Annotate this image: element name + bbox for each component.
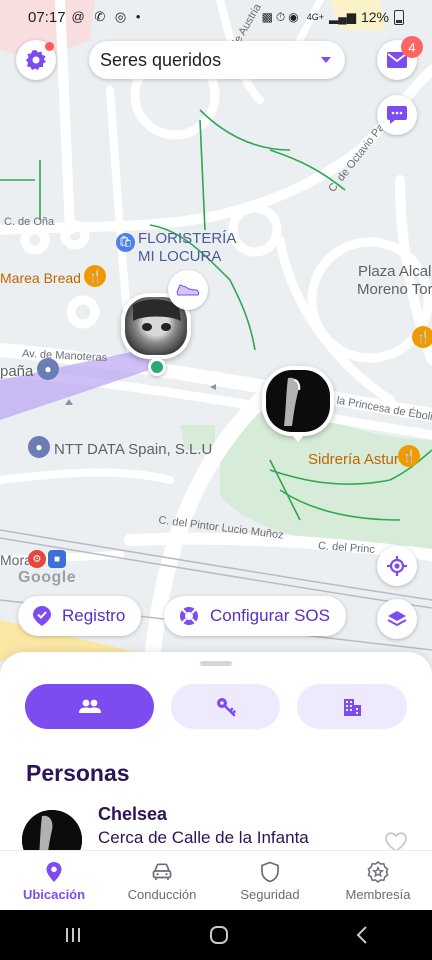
nav-conduccion[interactable]: Conducción xyxy=(108,851,216,910)
people-icon xyxy=(78,699,101,713)
registro-label: Registro xyxy=(62,606,126,625)
gear-icon xyxy=(26,50,46,70)
system-nav-bar xyxy=(0,910,432,960)
poi-marea-bread[interactable]: Marea Bread xyxy=(0,270,81,286)
status-right: ▩⏱◉ 4G+ ▂▄▆ 12% xyxy=(262,9,404,25)
messages-button[interactable]: 4 xyxy=(377,36,423,80)
chevron-down-icon xyxy=(321,57,331,63)
signal-icon: ▂▄▆ xyxy=(329,10,356,24)
nav-membresia[interactable]: Membresía xyxy=(324,851,432,910)
building-icon xyxy=(344,698,361,716)
restaurant-pin-icon: 🍴 xyxy=(398,445,420,467)
crosshair-icon xyxy=(387,556,407,576)
key-icon xyxy=(216,697,236,716)
chat-bubble-icon xyxy=(387,106,407,124)
section-title: Personas xyxy=(26,760,130,786)
tab-people[interactable] xyxy=(25,684,154,729)
status-time: 07:17 xyxy=(28,8,66,26)
status-notification-icons: @ ✆ ◎ • xyxy=(71,9,144,24)
group-selector[interactable]: Seres queridos xyxy=(89,41,345,79)
signal-label: 4G+ xyxy=(306,12,324,22)
location-pin-icon xyxy=(46,861,62,882)
poi-plaza-line1: Plaza Alcal xyxy=(358,263,432,280)
google-logo: Google xyxy=(18,569,77,586)
avatar-image xyxy=(266,370,330,432)
activity-shoe-icon xyxy=(168,270,208,310)
bus-icon: ■ xyxy=(48,550,66,568)
battery-label: 12% xyxy=(360,9,389,25)
map-view[interactable]: 🛍 FLORISTERÍA MI LOCURA Marea Bread 🍴 Pla… xyxy=(0,0,432,680)
poi-espana: paña xyxy=(0,363,34,380)
avatar-figure xyxy=(284,377,301,426)
location-pin-icon: ● xyxy=(28,436,50,458)
app-screen: 🛍 FLORISTERÍA MI LOCURA Marea Bread 🍴 Pla… xyxy=(0,0,432,960)
settings-button[interactable] xyxy=(16,40,56,80)
shield-icon xyxy=(261,861,279,882)
nav-label: Membresía xyxy=(345,886,411,902)
back-icon[interactable] xyxy=(355,925,369,945)
restaurant-pin-icon: 🍴 xyxy=(84,265,106,287)
nav-label: Seguridad xyxy=(240,886,300,902)
member-avatar-marker[interactable] xyxy=(262,366,334,436)
messages-count-badge: 4 xyxy=(401,36,423,58)
status-check-icon xyxy=(148,358,166,376)
person-row[interactable]: Chelsea Cerca de Calle de la Infanta xyxy=(0,802,432,870)
star-badge-icon xyxy=(367,860,389,883)
transit-icon: ⚙ xyxy=(28,550,46,568)
nav-label: Conducción xyxy=(127,886,197,902)
battery-icon xyxy=(394,9,404,25)
status-bar: 07:17 @ ✆ ◎ • ▩⏱◉ 4G+ ▂▄▆ 12% xyxy=(0,0,432,34)
layers-icon xyxy=(387,611,407,627)
location-check-icon xyxy=(33,606,51,626)
status-system-icons: ▩⏱◉ xyxy=(261,9,302,24)
restaurant-pin-icon: 🍴 xyxy=(412,326,432,348)
configurar-sos-button[interactable]: Configurar SOS xyxy=(164,596,346,636)
nav-ubicacion[interactable]: Ubicación xyxy=(0,851,108,910)
poi-plaza-line2: Moreno Tor xyxy=(357,281,432,298)
poi-sidreria[interactable]: Sidrería Astur xyxy=(308,451,399,468)
car-icon xyxy=(152,862,172,880)
nav-label: Ubicación xyxy=(22,886,86,902)
nav-seguridad[interactable]: Seguridad xyxy=(216,851,324,910)
poi-ntt-data[interactable]: NTT DATA Spain, S.L.U xyxy=(54,441,212,458)
bottom-nav: Ubicación Conducción Seguridad Membresía xyxy=(0,850,432,910)
sheet-handle[interactable] xyxy=(200,661,232,666)
recent-apps-icon[interactable] xyxy=(63,926,83,944)
sos-label: Configurar SOS xyxy=(210,606,330,625)
bag-icon: 🛍 xyxy=(116,233,135,252)
lifebuoy-icon xyxy=(180,607,198,625)
map-layers-button[interactable] xyxy=(377,599,417,639)
group-selector-label: Seres queridos xyxy=(100,49,222,70)
person-name: Chelsea xyxy=(98,804,168,824)
chat-button[interactable] xyxy=(377,95,417,135)
tab-places[interactable] xyxy=(297,684,407,729)
recenter-button[interactable] xyxy=(377,546,417,586)
registro-button[interactable]: Registro xyxy=(18,596,142,636)
person-location: Cerca de Calle de la Infanta xyxy=(98,828,309,847)
street-ona: C. de Oña xyxy=(4,216,55,228)
marker-pointer xyxy=(291,434,305,442)
home-icon[interactable] xyxy=(208,924,230,946)
tab-items[interactable] xyxy=(171,684,280,729)
notification-dot xyxy=(45,42,54,51)
poi-floristeria-line2: MI LOCURA xyxy=(138,248,222,265)
